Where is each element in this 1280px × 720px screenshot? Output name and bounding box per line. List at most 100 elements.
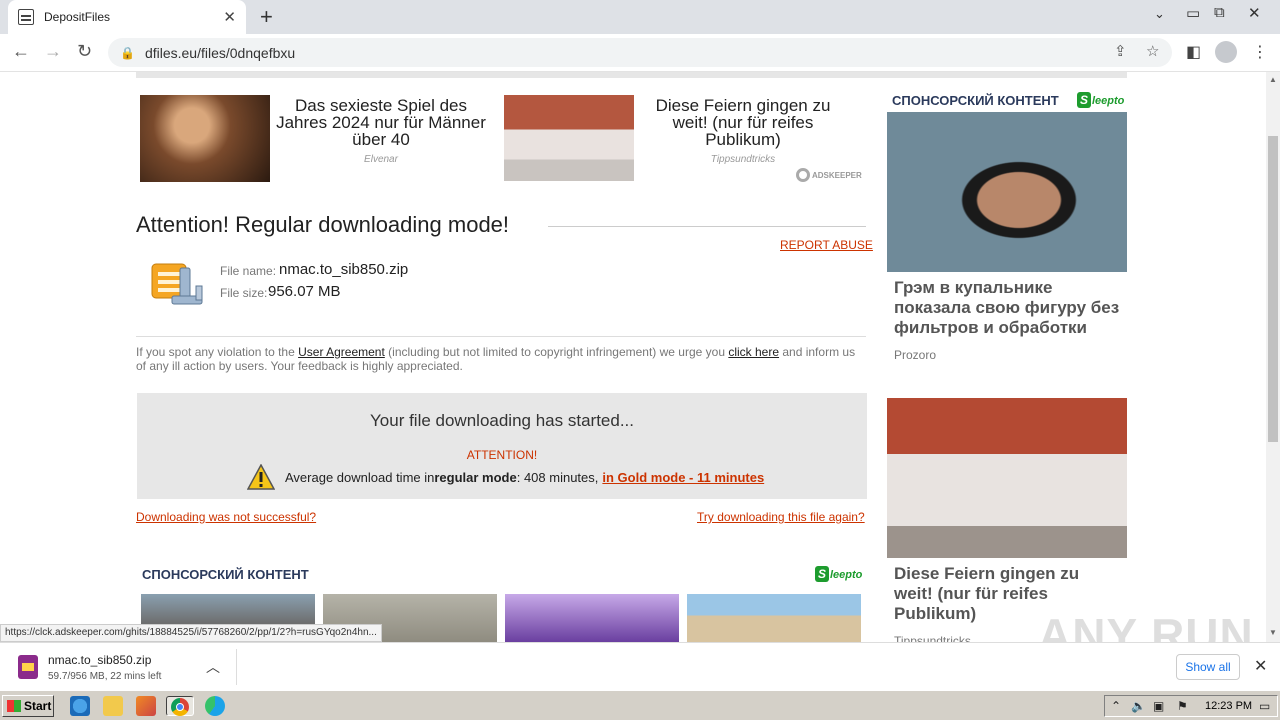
site-favicon-icon <box>18 9 34 25</box>
sleepto-s-icon: S <box>815 566 829 582</box>
sleepto-logo[interactable]: Sleepto <box>815 566 862 582</box>
sleepto-text: leepto <box>830 569 863 581</box>
windows-logo-icon <box>7 700 21 712</box>
divider <box>236 649 237 685</box>
attention-label: ATTENTION! <box>466 448 538 462</box>
volume-icon[interactable]: 🔈 <box>1131 699 1146 713</box>
clock[interactable]: 12:23 PM <box>1205 700 1252 712</box>
show-desktop-icon[interactable]: ▭ <box>1259 699 1270 713</box>
tab-strip: DepositFiles ✕ + ⌄ ▭ ⧉ ✕ <box>0 0 1280 34</box>
page-viewport: Das sexieste Spiel des Jahres 2024 nur f… <box>0 72 1266 642</box>
gold-mode-link[interactable]: in Gold mode - 11 minutes <box>602 470 764 485</box>
regular-mode-text: regular mode <box>434 469 517 485</box>
sleepto-logo[interactable]: Sleepto <box>1077 92 1124 108</box>
share-icon[interactable]: ⇪ <box>1114 42 1127 60</box>
side-ad-image[interactable] <box>887 112 1127 272</box>
bookmark-star-icon[interactable]: ☆ <box>1146 42 1159 60</box>
window-close-icon[interactable]: ✕ <box>1248 4 1261 22</box>
avg-text: Average download time in <box>285 469 435 485</box>
header-strip <box>136 72 1127 78</box>
start-button[interactable]: Start <box>2 695 54 717</box>
tab-close-icon[interactable]: ✕ <box>223 8 236 26</box>
lock-icon[interactable]: 🔒 <box>120 46 135 60</box>
retry-download-link[interactable]: Try downloading this file again? <box>697 510 865 524</box>
ad-source: Tippsundtricks <box>710 154 776 165</box>
new-tab-button[interactable]: + <box>260 4 273 30</box>
sponsored-heading: СПОНСОРСКИЙ КОНТЕНТ <box>142 567 309 582</box>
sleepto-s-icon: S <box>1077 92 1091 108</box>
zip-file-icon <box>18 655 38 679</box>
status-url-tooltip: https://clck.adskeeper.com/ghits/1888452… <box>0 624 382 642</box>
close-icon[interactable]: ✕ <box>1254 656 1267 676</box>
scroll-up-icon[interactable]: ▲ <box>1269 75 1277 84</box>
notice-text: (including but not limited to copyright … <box>384 345 729 359</box>
sponsored-thumb[interactable] <box>687 594 861 642</box>
tray-expand-icon[interactable]: ⌃ <box>1111 699 1121 713</box>
chrome-icon[interactable] <box>166 696 194 716</box>
side-ad-headline[interactable]: Грэм в купальнике показала свою фигуру б… <box>887 272 1127 338</box>
show-all-button[interactable]: Show all <box>1176 654 1240 680</box>
ad-headline[interactable]: Diese Feiern gingen zu weit! (nur für re… <box>638 97 848 148</box>
browser-toolbar: ← → ↻ 🔒 dfiles.eu/files/0dnqefbxu ⇪ ☆ ◧ … <box>0 34 1280 72</box>
windows-taskbar: Start ⌃ 🔈 ▣ ⚑ 12:23 PM ▭ <box>0 690 1280 720</box>
adkeeper-logo[interactable]: ADSKEEPER <box>796 168 862 182</box>
media-player-icon[interactable] <box>136 696 156 716</box>
menu-kebab-icon[interactable]: ⋮ <box>1252 42 1268 62</box>
network-icon[interactable]: ▣ <box>1153 699 1164 713</box>
violation-notice: If you spot any violation to the User Ag… <box>136 345 866 373</box>
download-status-box: Your file downloading has started... ATT… <box>137 393 867 499</box>
avg-minutes-text: : 408 minutes, <box>516 469 599 485</box>
notice-text: If you spot any violation to the <box>136 345 299 359</box>
side-ad-image[interactable] <box>887 398 1127 558</box>
reload-icon[interactable]: ↻ <box>77 41 92 62</box>
side-ad-source: Prozoro <box>894 348 937 362</box>
minimize-icon[interactable]: ▭ <box>1186 4 1200 22</box>
file-name-label: File name: <box>220 264 277 278</box>
back-arrow-icon[interactable]: ← <box>12 41 30 62</box>
ad-image[interactable] <box>504 95 634 181</box>
tab-depositfiles[interactable]: DepositFiles ✕ <box>8 0 246 34</box>
file-name-value: nmac.to_sib850.zip <box>279 261 409 278</box>
action-center-flag-icon[interactable]: ⚑ <box>1177 699 1188 713</box>
chevron-up-icon[interactable]: ︿ <box>206 657 220 677</box>
download-shelf: nmac.to_sib850.zip 59.7/956 MB, 22 mins … <box>0 642 1280 690</box>
title-divider <box>548 226 866 227</box>
average-time-line: Average download time in regular mode : … <box>247 464 764 490</box>
page-scrollbar[interactable]: ▲ ▼ <box>1266 72 1280 642</box>
profile-avatar-icon[interactable] <box>1215 41 1237 63</box>
tab-search-chevron-icon[interactable]: ⌄ <box>1154 6 1165 22</box>
download-file-name[interactable]: nmac.to_sib850.zip <box>48 653 151 667</box>
address-url[interactable]: dfiles.eu/files/0dnqefbxu <box>145 45 295 61</box>
ad-headline[interactable]: Das sexieste Spiel des Jahres 2024 nur f… <box>276 97 486 148</box>
file-size-label: File size: <box>220 286 268 300</box>
scrollbar-thumb[interactable] <box>1268 136 1278 442</box>
sponsored-heading: СПОНСОРСКИЙ КОНТЕНТ <box>892 93 1059 108</box>
report-abuse-link[interactable]: REPORT ABUSE <box>780 238 873 252</box>
warning-icon <box>247 464 275 490</box>
ie-icon[interactable] <box>70 696 90 716</box>
download-failed-link[interactable]: Downloading was not successful? <box>136 510 316 524</box>
tab-title: DepositFiles <box>44 10 111 24</box>
scroll-down-icon[interactable]: ▼ <box>1269 628 1277 637</box>
forward-arrow-icon[interactable]: → <box>44 41 62 62</box>
side-ad-card-2[interactable]: Diese Feiern gingen zu weit! (nur für re… <box>887 398 1127 642</box>
click-here-link[interactable]: click here <box>728 345 779 359</box>
start-label: Start <box>24 699 52 713</box>
archive-file-icon <box>151 263 203 305</box>
adkeeper-label: ADSKEEPER <box>812 170 862 180</box>
user-agreement-link[interactable]: User Agreement <box>298 345 385 359</box>
ad-image[interactable] <box>140 95 270 182</box>
divider <box>136 336 866 337</box>
sponsored-thumb[interactable] <box>505 594 679 642</box>
side-panel-icon[interactable]: ◧ <box>1186 42 1201 62</box>
restore-icon[interactable]: ⧉ <box>1214 4 1225 21</box>
address-bar[interactable]: 🔒 dfiles.eu/files/0dnqefbxu <box>108 38 1172 67</box>
side-ad-card-1[interactable]: Грэм в купальнике показала свою фигуру б… <box>887 112 1127 392</box>
edge-icon[interactable] <box>205 696 225 716</box>
ad-source: Elvenar <box>364 154 398 165</box>
download-progress: 59.7/956 MB, 22 mins left <box>48 671 162 682</box>
page-title: Attention! Regular downloading mode! <box>136 212 510 237</box>
ad-card-1[interactable]: Das sexieste Spiel des Jahres 2024 nur f… <box>140 95 486 182</box>
download-started-text: Your file downloading has started... <box>370 411 634 430</box>
explorer-folder-icon[interactable] <box>103 696 123 716</box>
